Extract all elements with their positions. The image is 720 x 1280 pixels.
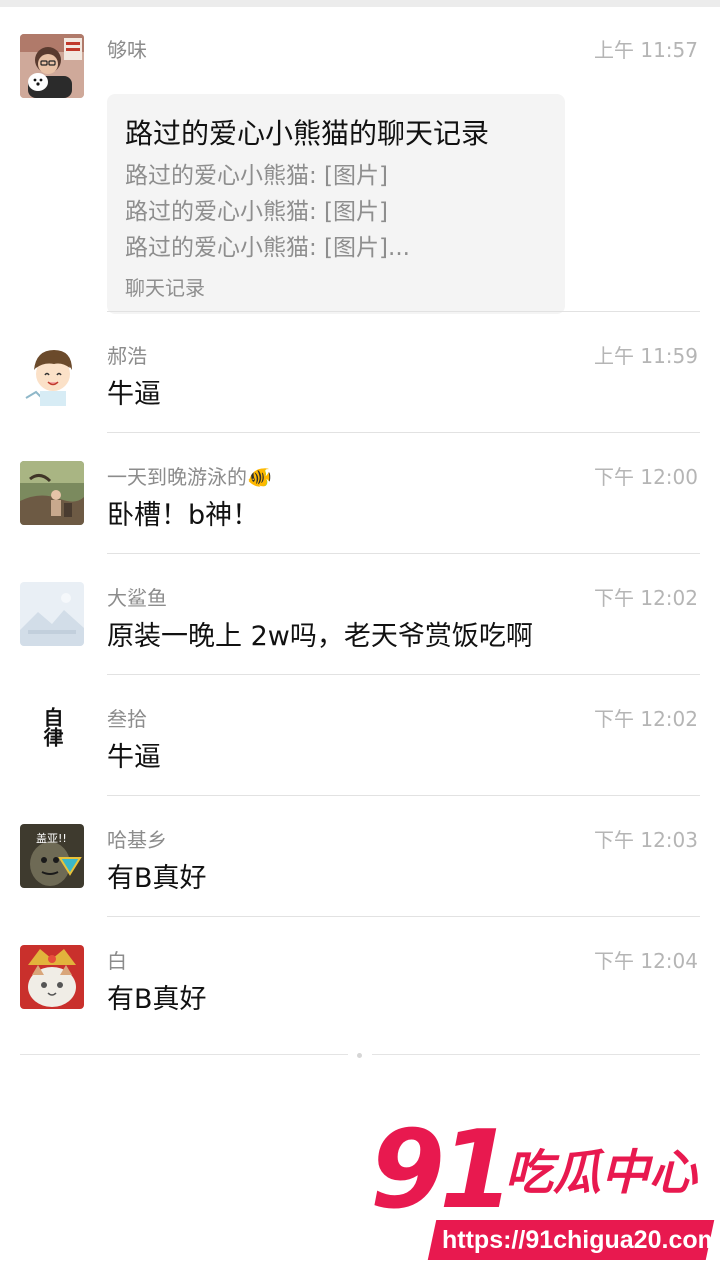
avatar[interactable] (20, 342, 84, 406)
avatar[interactable]: 盖亚!! (20, 824, 84, 888)
sender-name: 郝浩 (107, 344, 147, 368)
message-text: 牛逼 (107, 742, 161, 773)
divider (107, 432, 700, 433)
message-item[interactable]: 一天到晚游泳的🐠 下午 12:00 卧槽！b神！ (0, 457, 720, 553)
sender-name: 大鲨鱼 (107, 586, 167, 610)
sender-name: 一天到晚游泳的🐠 (107, 465, 272, 489)
watermark-logo: 91 吃瓜中心 https://91chigua20.com (370, 1117, 720, 1265)
message-text: 牛逼 (107, 379, 161, 410)
message-text: 有B真好 (107, 863, 207, 894)
message-item[interactable]: 盖亚!! 哈基乡 下午 12:03 有B真好 (0, 820, 720, 916)
avatar[interactable]: 自律 (20, 703, 84, 767)
sender-name: 叁拾 (107, 707, 147, 731)
divider (107, 795, 700, 796)
message-item[interactable]: 郝浩 上午 11:59 牛逼 (0, 336, 720, 432)
divider (107, 311, 700, 312)
message-time: 上午 11:59 (594, 344, 698, 368)
end-divider-left (20, 1054, 348, 1055)
end-divider-right (372, 1054, 700, 1055)
card-line: 路过的爱心小熊猫: [图片] (125, 199, 389, 225)
sender-name: 哈基乡 (107, 828, 167, 852)
end-divider-dot (357, 1053, 362, 1058)
divider (107, 553, 700, 554)
avatar[interactable] (20, 34, 84, 98)
avatar[interactable] (20, 582, 84, 646)
avatar[interactable] (20, 945, 84, 1009)
message-time: 下午 12:04 (594, 949, 698, 973)
message-time: 下午 12:02 (594, 586, 698, 610)
message-text: 有B真好 (107, 984, 207, 1015)
message-time: 下午 12:03 (594, 828, 698, 852)
card-line: 路过的爱心小熊猫: [图片] (125, 163, 389, 189)
card-title: 路过的爱心小熊猫的聊天记录 (125, 117, 490, 150)
message-item[interactable]: 自律 叁拾 下午 12:02 牛逼 (0, 699, 720, 795)
message-text: 卧槽！b神！ (107, 500, 260, 531)
message-time: 上午 11:57 (594, 38, 698, 62)
top-bar (0, 0, 720, 7)
message-text: 原装一晚上 2w吗，老天爷赏饭吃啊 (107, 621, 533, 652)
card-line: 路过的爱心小熊猫: [图片]... (125, 235, 410, 261)
chat-record-card[interactable]: 路过的爱心小熊猫的聊天记录 路过的爱心小熊猫: [图片] 路过的爱心小熊猫: [… (107, 94, 565, 314)
message-time: 下午 12:02 (594, 707, 698, 731)
watermark-title: 吃瓜中心 (505, 1145, 698, 1201)
message-item[interactable]: 白 下午 12:04 有B真好 (0, 941, 720, 1037)
watermark-number: 91 (370, 1108, 514, 1233)
divider (107, 674, 700, 675)
sender-name: 够味 (107, 38, 147, 62)
message-item[interactable]: 大鲨鱼 下午 12:02 原装一晚上 2w吗，老天爷赏饭吃啊 (0, 578, 720, 674)
card-footer: 聊天记录 (125, 276, 205, 300)
watermark-url: https://91chigua20.com (442, 1226, 720, 1254)
divider (107, 916, 700, 917)
message-time: 下午 12:00 (594, 465, 698, 489)
sender-name: 白 (107, 949, 127, 973)
message-item[interactable]: 够味 上午 11:57 路过的爱心小熊猫的聊天记录 路过的爱心小熊猫: [图片]… (0, 28, 720, 314)
avatar[interactable] (20, 461, 84, 525)
avatar-badge: 盖亚!! (36, 832, 67, 845)
avatar-calligraphy: 自律 (40, 707, 64, 747)
